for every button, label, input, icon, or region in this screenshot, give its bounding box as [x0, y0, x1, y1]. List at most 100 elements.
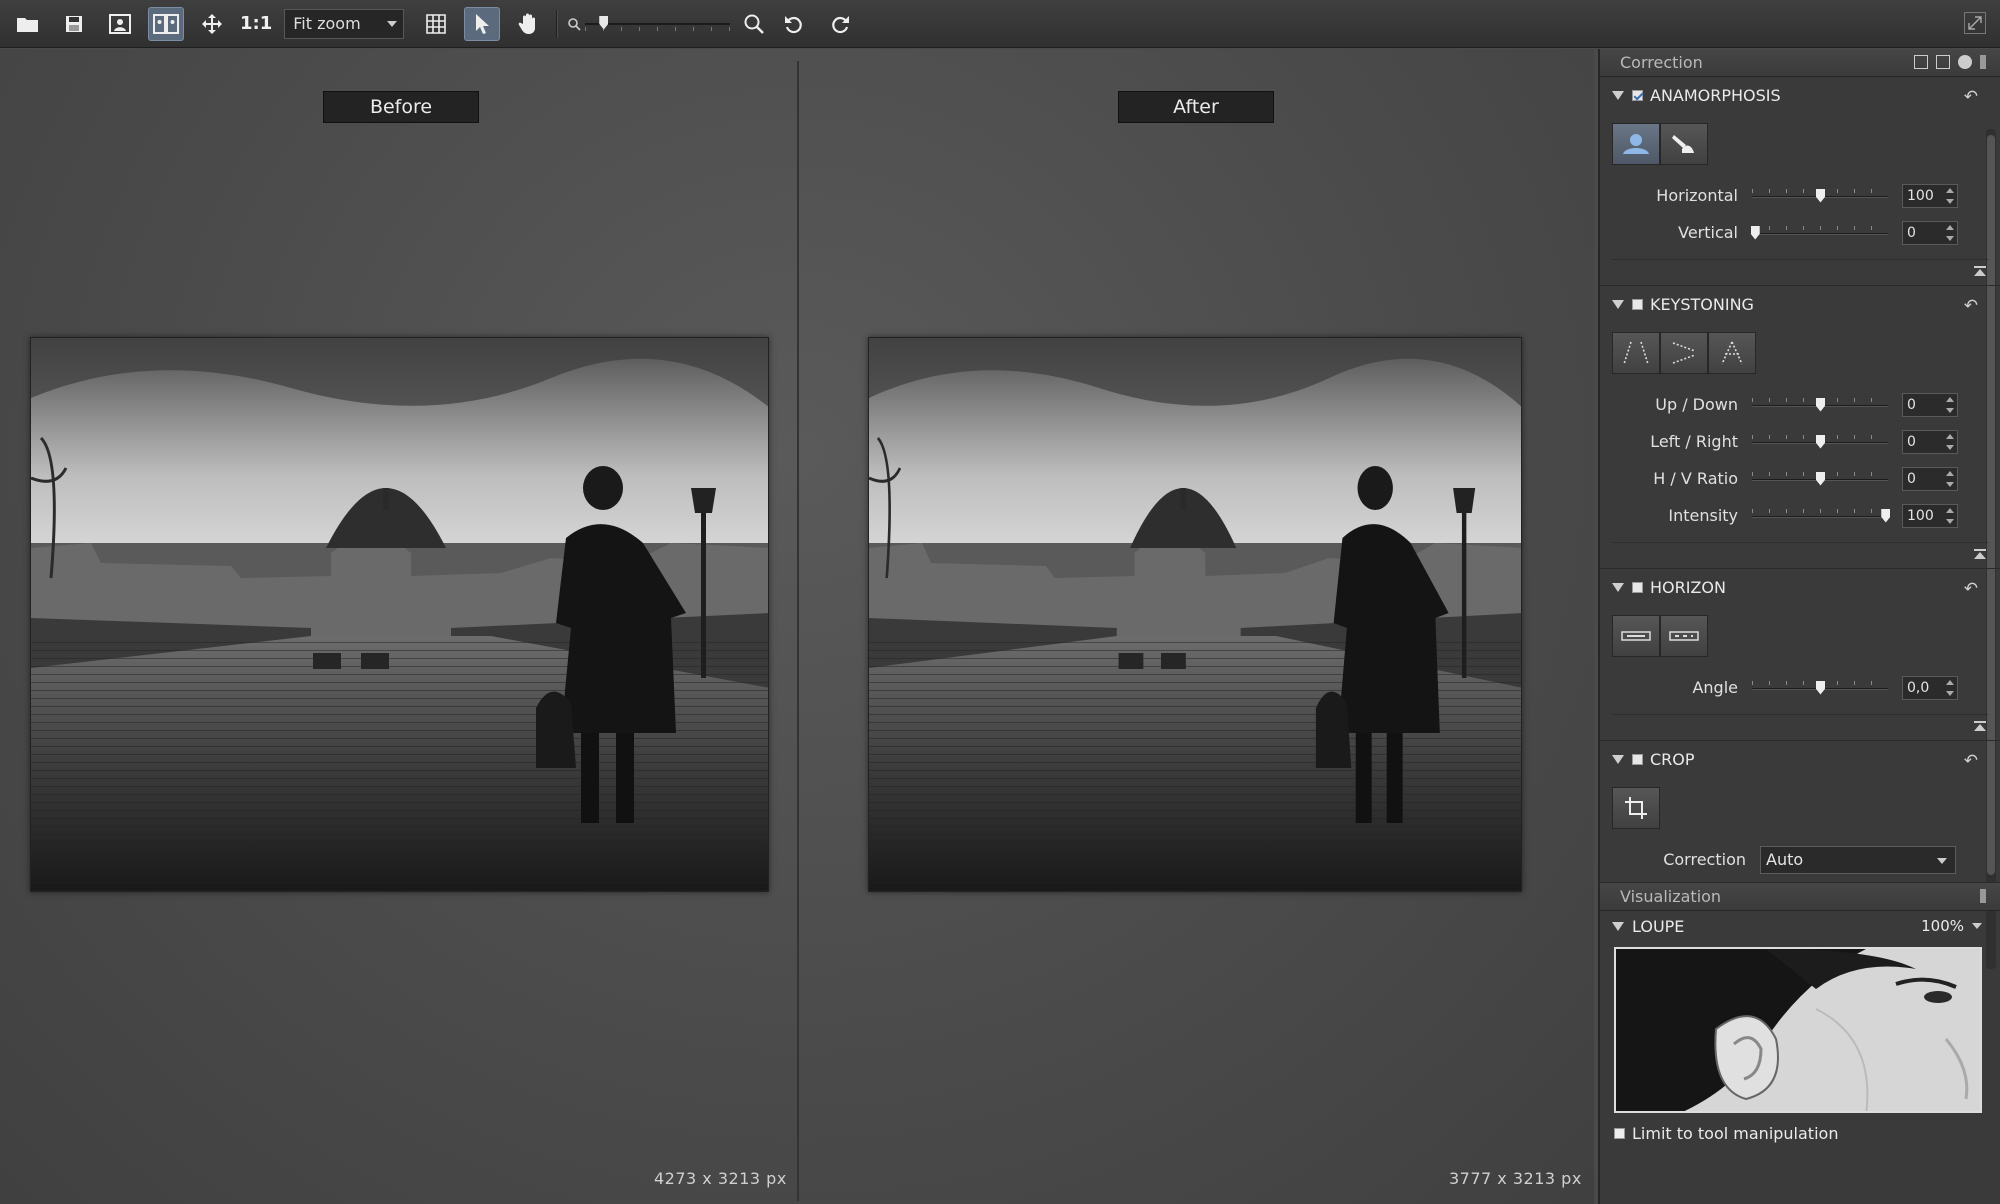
horizon-enable-checkbox[interactable] [1632, 581, 1643, 593]
reset-all-icon[interactable] [1958, 55, 1972, 69]
keystone-auto-button[interactable] [1708, 332, 1756, 374]
image-canvas[interactable]: Before After 4273 x 3213 px 3777 x 3213 … [0, 49, 1594, 1204]
horizontal-slider-thumb[interactable] [1816, 188, 1825, 203]
import-preset-icon[interactable] [1936, 55, 1950, 69]
keystoning-enable-checkbox[interactable] [1632, 298, 1643, 310]
collapse-triangle-icon[interactable] [1612, 90, 1624, 100]
grid-button[interactable] [418, 7, 454, 41]
hv-ratio-slider-thumb[interactable] [1816, 471, 1825, 486]
open-icon [17, 17, 38, 32]
split-divider[interactable] [797, 61, 799, 1201]
crop-title-row[interactable]: CROP ↶ [1600, 741, 2000, 777]
open-button[interactable] [10, 7, 46, 41]
vertical-slider-thumb[interactable] [1750, 225, 1760, 240]
collapse-triangle-icon[interactable] [1612, 582, 1624, 592]
rotate-right-button[interactable] [822, 7, 858, 41]
keystoning-title-row[interactable]: KEYSTONING ↶ [1600, 286, 2000, 322]
one-to-one-zoom-button[interactable]: 1:1 [240, 13, 272, 34]
pin-icon[interactable] [1980, 55, 1986, 69]
export-preset-icon[interactable] [1914, 55, 1928, 69]
up-down-value-field[interactable]: 0 [1902, 392, 1958, 417]
undo-icon[interactable]: ↶ [1964, 579, 1978, 599]
vertical-slider[interactable] [1750, 223, 1888, 243]
crop-tool-button[interactable] [1612, 787, 1660, 829]
undo-icon[interactable]: ↶ [1964, 751, 1978, 771]
horizontal-label: Horizontal [1656, 186, 1738, 205]
crop-correction-label: Correction [1663, 850, 1746, 869]
zoom-out-icon[interactable] [567, 17, 581, 31]
left-right-value-field[interactable]: 0 [1902, 429, 1958, 454]
zoom-mode-select[interactable]: Fit zoom [284, 8, 405, 39]
left-right-slider-row: Left / Right 0 [1600, 423, 2000, 460]
right-panel: Correction ANAMORPHOSIS ↶ Horizontal 100… [1598, 49, 2000, 1204]
fullscreen-button[interactable] [1964, 12, 1986, 34]
anamorphosis-enable-checkbox[interactable] [1632, 89, 1643, 101]
angle-slider[interactable] [1752, 678, 1888, 698]
horizon-level-icon [1621, 631, 1651, 641]
limit-checkbox[interactable] [1614, 1127, 1625, 1139]
crop-icon [1625, 797, 1647, 819]
single-view-icon [109, 13, 131, 34]
collapse-section-button[interactable] [1612, 259, 1988, 285]
crop-section: CROP ↶ Correction Auto [1600, 741, 2000, 883]
intensity-slider[interactable] [1752, 506, 1891, 526]
left-right-slider-thumb[interactable] [1816, 434, 1825, 449]
loupe-zoom-select[interactable]: 100% [1921, 917, 1964, 935]
collapse-triangle-icon[interactable] [1612, 921, 1624, 931]
vertical-value-field[interactable]: 0 [1902, 220, 1958, 245]
anamorphosis-custom-button[interactable] [1660, 123, 1708, 165]
hand-tool-button[interactable] [510, 7, 546, 41]
keystone-auto-icon [1721, 341, 1743, 365]
move-button[interactable] [194, 7, 230, 41]
rotate-left-button[interactable] [776, 7, 812, 41]
zoom-in-button[interactable] [736, 7, 772, 41]
anamorphosis-title-row[interactable]: ANAMORPHOSIS ↶ [1600, 77, 2000, 113]
zoom-slider[interactable] [585, 12, 731, 36]
intensity-slider-ticks [1752, 508, 1888, 513]
zoom-mode-value: Fit zoom [293, 14, 361, 33]
horizontal-value-field[interactable]: 100 [1902, 183, 1958, 208]
horizon-auto-button[interactable] [1660, 615, 1708, 657]
angle-label: Angle [1692, 678, 1738, 697]
chevron-down-icon[interactable] [1972, 923, 1982, 929]
left-right-slider[interactable] [1752, 432, 1888, 452]
undo-icon[interactable]: ↶ [1964, 87, 1978, 107]
grid-icon [426, 13, 447, 34]
up-down-slider[interactable] [1752, 395, 1888, 415]
anamorphosis-portrait-button[interactable] [1612, 123, 1660, 165]
hv-ratio-value-field[interactable]: 0 [1902, 466, 1958, 491]
hv-ratio-slider[interactable] [1752, 469, 1888, 489]
crop-enable-checkbox[interactable] [1632, 753, 1643, 765]
split-view-icon [153, 13, 179, 34]
before-image[interactable] [30, 337, 769, 892]
pin-icon[interactable] [1980, 889, 1986, 903]
hv-ratio-slider-row: H / V Ratio 0 [1600, 460, 2000, 497]
save-button[interactable] [56, 7, 92, 41]
before-photo [31, 338, 768, 891]
horizon-line-button[interactable] [1612, 615, 1660, 657]
keystone-vertical-button[interactable] [1612, 332, 1660, 374]
intensity-slider-thumb[interactable] [1881, 508, 1891, 523]
keystone-horizontal-button[interactable] [1660, 332, 1708, 374]
collapse-section-button[interactable] [1612, 542, 1988, 568]
intensity-slider-row: Intensity 100 [1600, 497, 2000, 534]
loupe-preview[interactable] [1614, 947, 1982, 1113]
undo-icon[interactable]: ↶ [1964, 296, 1978, 316]
intensity-value-field[interactable]: 100 [1902, 503, 1958, 528]
single-view-button[interactable] [102, 7, 138, 41]
horizon-title-row[interactable]: HORIZON ↶ [1600, 569, 2000, 605]
collapse-section-button[interactable] [1612, 714, 1988, 740]
up-down-slider-thumb[interactable] [1816, 397, 1825, 412]
select-tool-button[interactable] [464, 6, 501, 41]
collapse-triangle-icon[interactable] [1612, 754, 1624, 764]
loupe-title-row[interactable]: LOUPE 100% [1600, 911, 2000, 941]
split-view-button[interactable] [148, 6, 184, 41]
angle-slider-thumb[interactable] [1816, 680, 1825, 695]
fullscreen-icon [1968, 16, 1982, 30]
crop-correction-select[interactable]: Auto [1760, 845, 1956, 874]
horizontal-slider[interactable] [1752, 186, 1888, 206]
collapse-triangle-icon[interactable] [1612, 299, 1624, 309]
angle-value-field[interactable]: 0,0 [1902, 675, 1958, 700]
after-image[interactable] [868, 337, 1522, 892]
limit-row[interactable]: Limit to tool manipulation [1600, 1113, 2000, 1153]
